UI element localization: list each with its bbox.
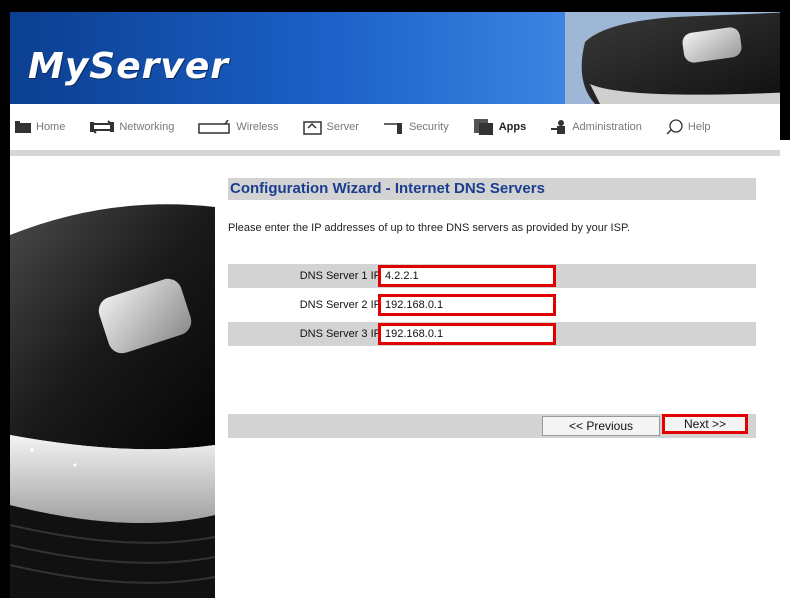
header-banner: MyServer	[10, 12, 780, 104]
main-navigation: Home Networking Wireless Server Security…	[10, 104, 780, 156]
nav-item-help[interactable]: Help	[666, 119, 711, 135]
wizard-title: Configuration Wizard - Internet DNS Serv…	[228, 178, 756, 200]
dns-row-2: DNS Server 2 IP	[228, 293, 756, 317]
nav-label: Home	[36, 121, 66, 133]
help-icon	[666, 119, 683, 135]
next-button[interactable]: Next >>	[662, 414, 748, 434]
nav-label: Help	[687, 121, 711, 133]
dns-server-3-input[interactable]	[378, 323, 556, 345]
dns-server-1-label: DNS Server 1 IP	[299, 270, 381, 282]
device-image-header	[565, 12, 780, 104]
server-icon	[302, 121, 322, 135]
window-frame-left	[0, 0, 10, 598]
nav-label: Networking	[119, 121, 175, 133]
networking-icon	[90, 120, 115, 134]
nav-item-networking[interactable]: Networking	[89, 120, 174, 134]
nav-item-apps[interactable]: Apps	[473, 118, 527, 136]
nav-label: Server	[326, 121, 359, 133]
brand-logo: MyServer	[28, 46, 230, 87]
dns-server-3-label: DNS Server 3 IP	[299, 328, 381, 340]
dns-server-2-label: DNS Server 2 IP	[299, 299, 381, 311]
home-icon	[15, 121, 31, 133]
dns-server-1-input[interactable]	[378, 265, 556, 287]
dns-server-2-input[interactable]	[378, 294, 556, 316]
nav-label: Apps	[498, 121, 527, 133]
dns-row-1: DNS Server 1 IP	[228, 264, 756, 288]
nav-item-security[interactable]: Security	[383, 119, 449, 135]
nav-item-administration[interactable]: Administration	[550, 119, 642, 135]
security-icon	[383, 123, 402, 134]
window-frame-top	[0, 0, 790, 12]
administration-icon	[551, 120, 566, 134]
window-frame-right	[780, 0, 790, 140]
nav-item-server[interactable]: Server	[302, 119, 359, 135]
previous-button[interactable]: << Previous	[542, 416, 660, 436]
nav-label: Wireless	[236, 121, 279, 133]
wizard-action-bar: << Previous Next >>	[228, 414, 756, 438]
nav-item-home[interactable]: Home	[14, 120, 65, 134]
wizard-instructions: Please enter the IP addresses of up to t…	[228, 222, 630, 234]
apps-icon	[473, 119, 493, 135]
nav-label: Security	[408, 121, 449, 133]
wizard-panel: Configuration Wizard - Internet DNS Serv…	[228, 178, 756, 438]
device-image	[10, 204, 215, 598]
wireless-icon	[198, 120, 231, 134]
nav-item-wireless[interactable]: Wireless	[198, 120, 279, 134]
dns-row-3: DNS Server 3 IP	[228, 322, 756, 346]
nav-label: Administration	[572, 121, 642, 133]
